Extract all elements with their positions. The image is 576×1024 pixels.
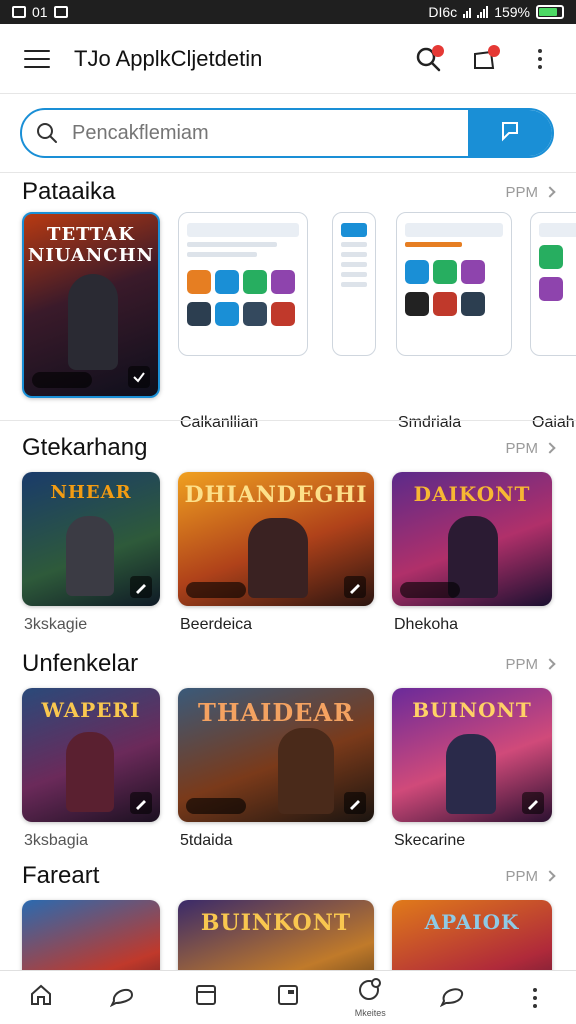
search-bar (20, 108, 554, 158)
see-more-link[interactable]: PPM (505, 440, 556, 457)
card-caption: Dhekoha (394, 616, 459, 633)
edit-icon (344, 792, 366, 814)
section-title: Fareart (22, 862, 100, 889)
wifi-icon (463, 6, 472, 18)
nav-chat[interactable] (91, 971, 155, 1024)
nav-more[interactable] (503, 971, 567, 1024)
chevron-right-icon (544, 870, 556, 882)
card-caption: 3ksbagia (24, 832, 89, 849)
search-icon[interactable] (408, 39, 448, 79)
notification-badge (488, 44, 500, 57)
notification-icon[interactable] (464, 39, 504, 79)
nav-comment[interactable] (421, 971, 485, 1024)
section-title: Gtekarhang (22, 434, 148, 461)
section-pataaika: Pataaika PPM TETTAK NIUANCHN Calkanllian… (0, 172, 576, 432)
battery-icon (536, 5, 564, 19)
profile-icon (357, 977, 383, 1006)
search-input[interactable] (72, 121, 468, 145)
see-more-link[interactable]: PPM (505, 868, 556, 885)
calendar-icon (276, 983, 300, 1012)
section-fareart: Fareart PPM BUINKONT APAIOK (0, 856, 576, 976)
nav-calendar[interactable] (256, 971, 320, 1024)
search-field-icon (22, 122, 72, 144)
bottom-nav: Mkeites (0, 970, 576, 1024)
nav-label: Mkeites (354, 1008, 386, 1018)
status-bar: 01 DI6c 159% (0, 0, 576, 24)
app-bar: TJo ApplkCljetdetin (0, 24, 576, 94)
edit-icon (344, 576, 366, 598)
app-notification-icon (12, 6, 26, 18)
see-more-link[interactable]: PPM (505, 656, 556, 673)
card-caption: Beerdeica (180, 616, 253, 633)
signal-icon (477, 6, 489, 18)
see-more-link[interactable]: PPM (505, 184, 556, 201)
checkmark-icon (128, 366, 150, 388)
status-time: 01 (32, 4, 48, 20)
nav-home[interactable] (9, 971, 73, 1024)
hamburger-icon[interactable] (24, 49, 50, 68)
search-badge (432, 44, 444, 57)
kebab-icon[interactable] (520, 39, 560, 79)
chevron-right-icon (544, 442, 556, 454)
search-button[interactable] (468, 110, 552, 156)
chat-icon (110, 983, 136, 1012)
edit-icon (130, 792, 152, 814)
chevron-right-icon (544, 658, 556, 670)
card-caption: Skecarine (394, 832, 466, 849)
flag-icon (499, 120, 521, 147)
chevron-right-icon (544, 186, 556, 198)
comment-icon (439, 983, 466, 1012)
gallery-notification-icon (53, 6, 68, 18)
app-title: TJo ApplkCljetdetin (74, 45, 263, 71)
status-indicators: DI6c (428, 4, 458, 20)
battery-percent: 159% (494, 4, 530, 20)
edit-icon (130, 576, 152, 598)
card-caption: 3kskagie (24, 616, 88, 633)
inbox-icon (194, 983, 218, 1012)
section-title: Unfenkelar (22, 650, 139, 677)
divider (0, 420, 576, 421)
section-title: Pataaika (22, 178, 116, 205)
home-icon (29, 983, 53, 1012)
nav-profile[interactable]: Mkeites (338, 971, 402, 1024)
card-caption: 5tdaida (180, 832, 233, 849)
section-unfenkelar: Unfenkelar PPM WAPERI 3ksbagia THAIDEAR … (0, 644, 576, 884)
section-gtekarhang: Gtekarhang PPM NHEAR 3kskagie DHIANDEGHI… (0, 428, 576, 668)
edit-icon (522, 792, 544, 814)
nav-inbox[interactable] (174, 971, 238, 1024)
more-icon (532, 987, 537, 1008)
